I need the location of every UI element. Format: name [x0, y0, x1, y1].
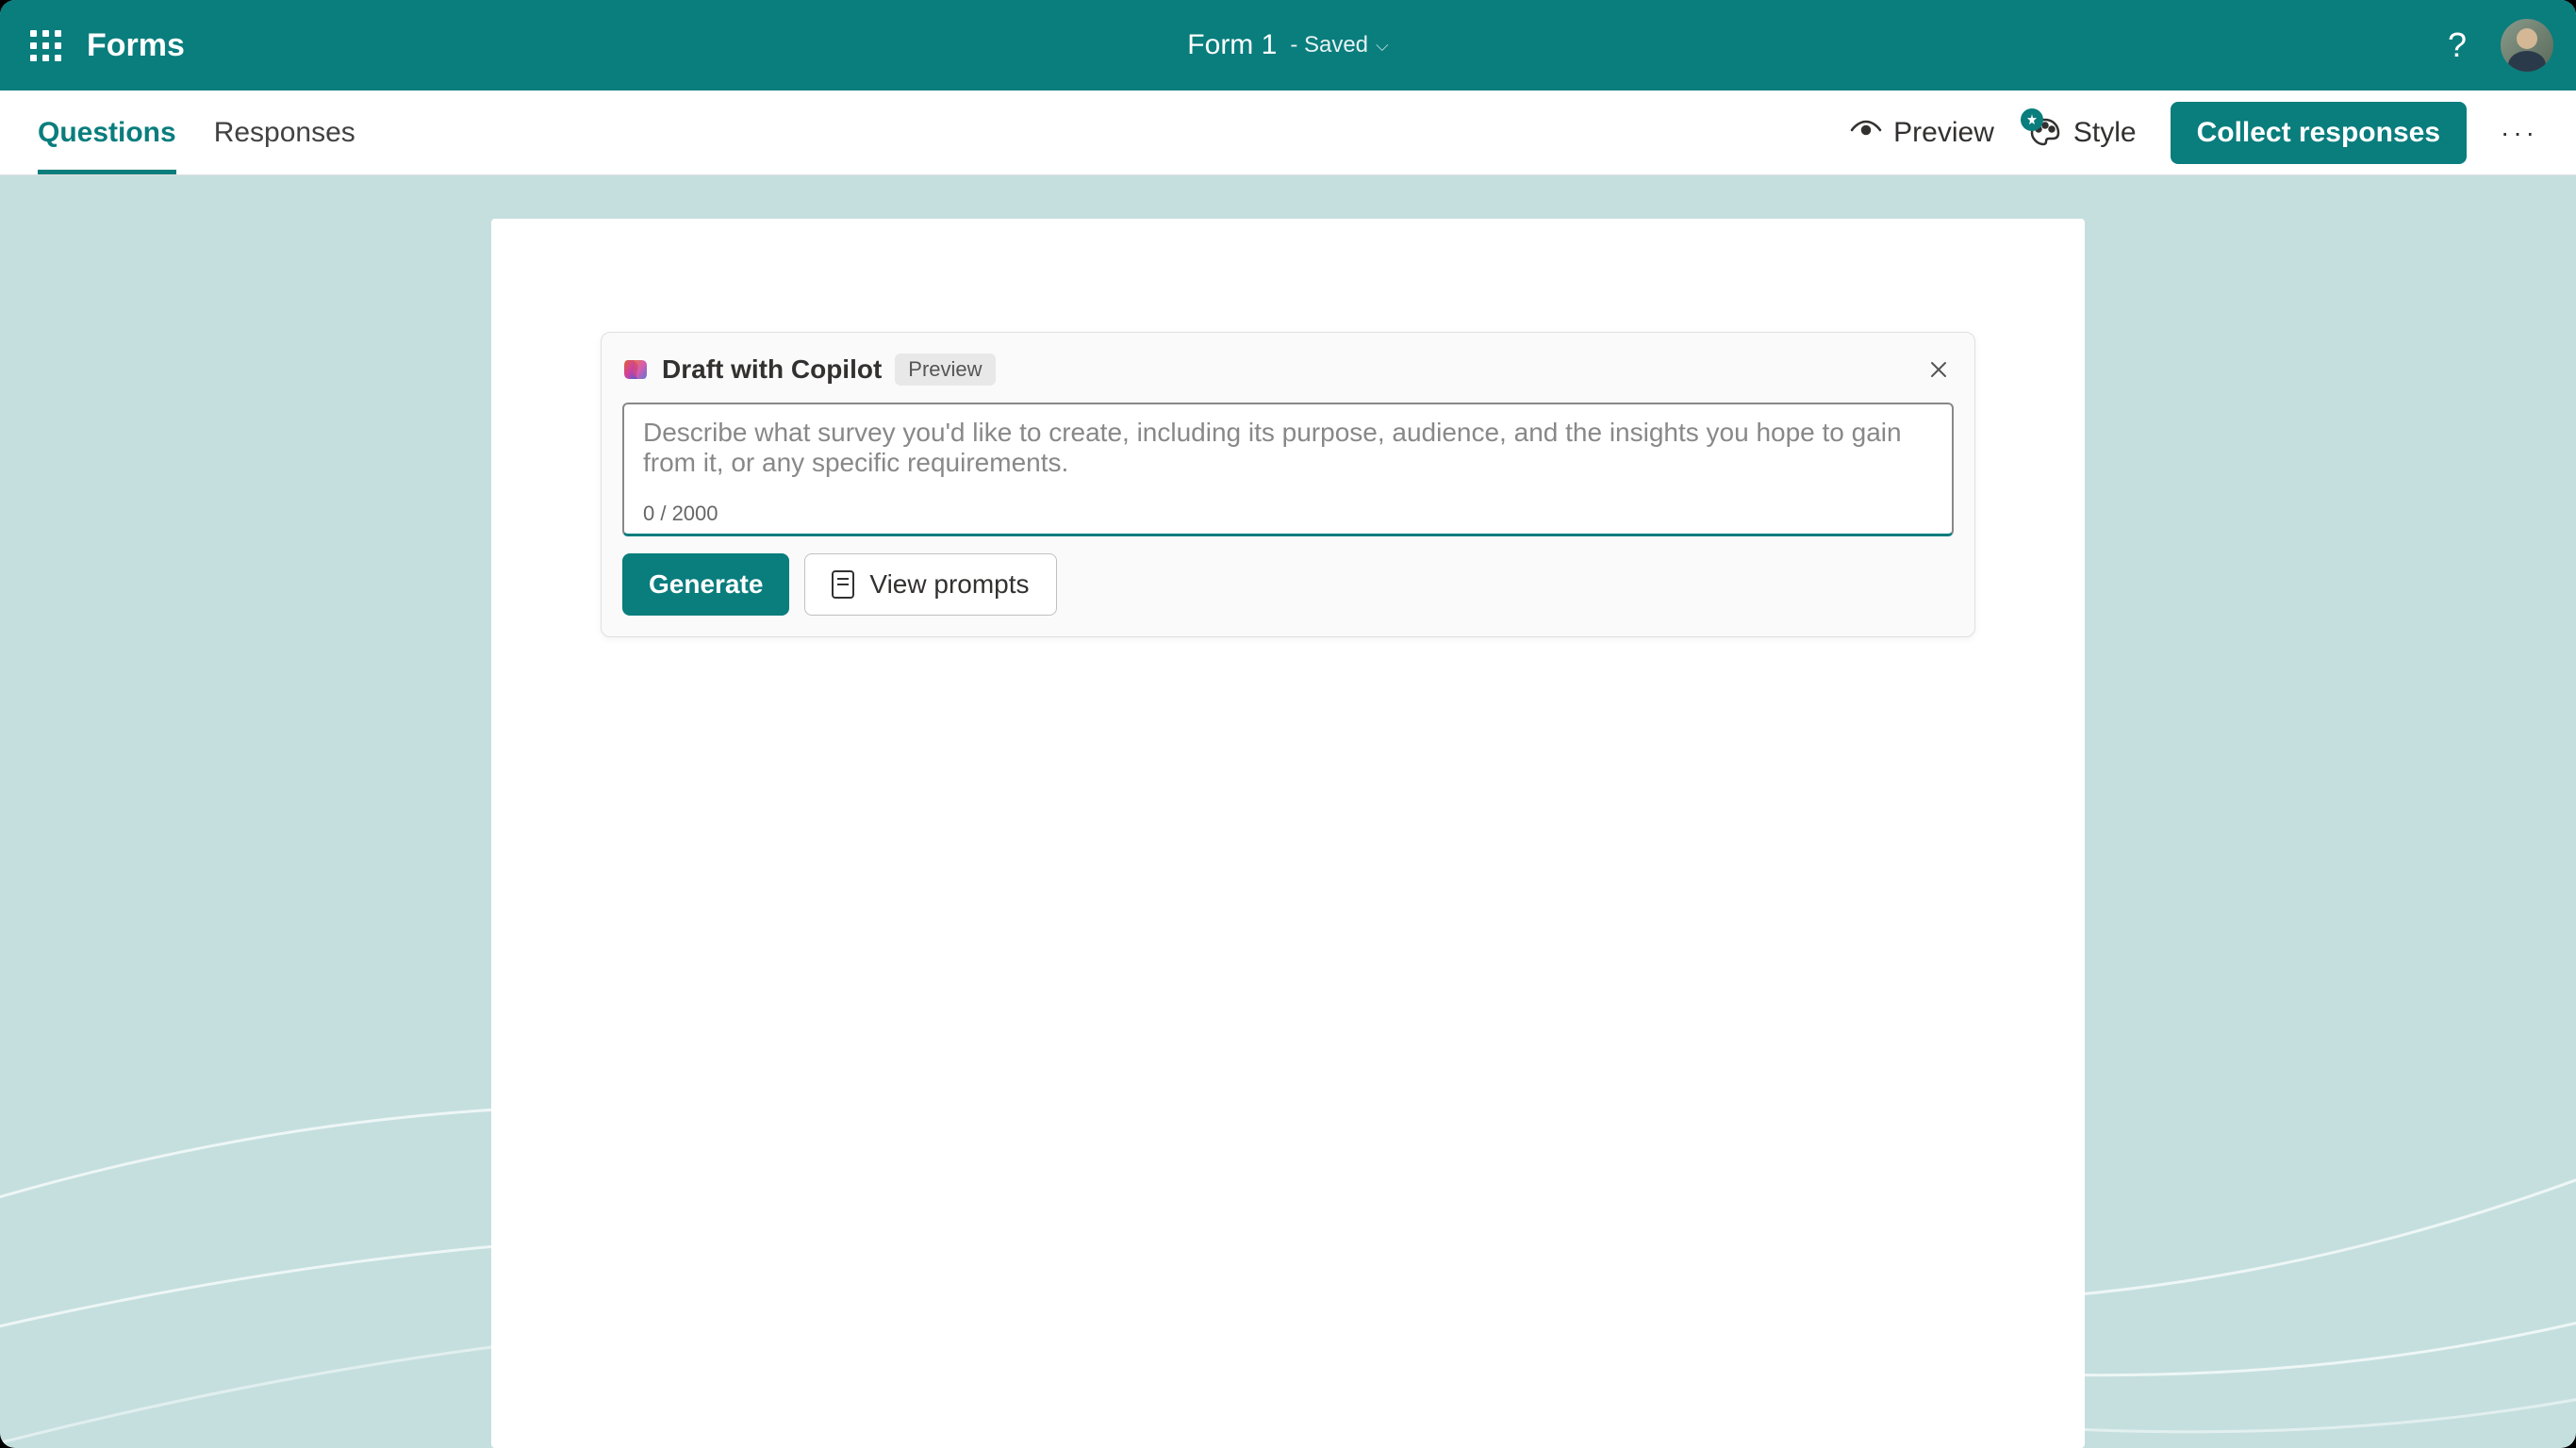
toolbar: Questions Responses Preview	[0, 90, 2576, 175]
view-prompts-button[interactable]: View prompts	[804, 553, 1056, 616]
preview-badge: Preview	[895, 354, 995, 386]
copilot-title: Draft with Copilot	[662, 354, 882, 385]
close-icon	[1929, 360, 1948, 379]
tab-questions[interactable]: Questions	[38, 90, 176, 174]
save-status: - Saved ⌵	[1290, 32, 1388, 58]
copilot-actions: Generate View prompts	[622, 553, 1954, 616]
character-counter: 0 / 2000	[643, 502, 1933, 526]
form-canvas: Draft with Copilot Preview 0 / 2000 Gene…	[491, 219, 2085, 1448]
generate-button[interactable]: Generate	[622, 553, 789, 616]
main-content: Draft with Copilot Preview 0 / 2000 Gene…	[0, 175, 2576, 1448]
prompt-input-wrapper: 0 / 2000	[622, 403, 1954, 536]
form-title: Form 1	[1187, 29, 1277, 61]
tab-responses[interactable]: Responses	[214, 90, 355, 174]
copilot-icon	[622, 356, 649, 383]
style-badge-icon	[2021, 108, 2043, 131]
waffle-icon	[30, 30, 61, 61]
style-label: Style	[2073, 117, 2137, 149]
copilot-header: Draft with Copilot Preview	[622, 354, 1954, 386]
help-button[interactable]: ?	[2448, 25, 2467, 65]
tabs: Questions Responses	[38, 90, 355, 174]
close-button[interactable]	[1924, 354, 1954, 385]
style-button[interactable]: Style	[2028, 116, 2137, 150]
app-title[interactable]: Forms	[87, 27, 185, 64]
copilot-card: Draft with Copilot Preview 0 / 2000 Gene…	[601, 332, 1975, 637]
prompts-icon	[832, 570, 854, 599]
style-icon	[2028, 116, 2062, 150]
app-launcher-button[interactable]	[23, 23, 68, 68]
preview-label: Preview	[1893, 117, 1994, 149]
user-avatar[interactable]	[2501, 19, 2553, 72]
collect-responses-button[interactable]: Collect responses	[2171, 102, 2467, 164]
form-title-area[interactable]: Form 1 - Saved ⌵	[1187, 29, 1388, 61]
preview-button[interactable]: Preview	[1850, 117, 1994, 149]
chevron-down-icon: ⌵	[1376, 36, 1389, 56]
app-header: Forms Form 1 - Saved ⌵ ?	[0, 0, 2576, 90]
view-prompts-label: View prompts	[869, 569, 1029, 600]
copilot-prompt-input[interactable]	[643, 418, 1933, 493]
more-options-button[interactable]: ···	[2501, 118, 2538, 148]
eye-icon	[1850, 117, 1882, 149]
